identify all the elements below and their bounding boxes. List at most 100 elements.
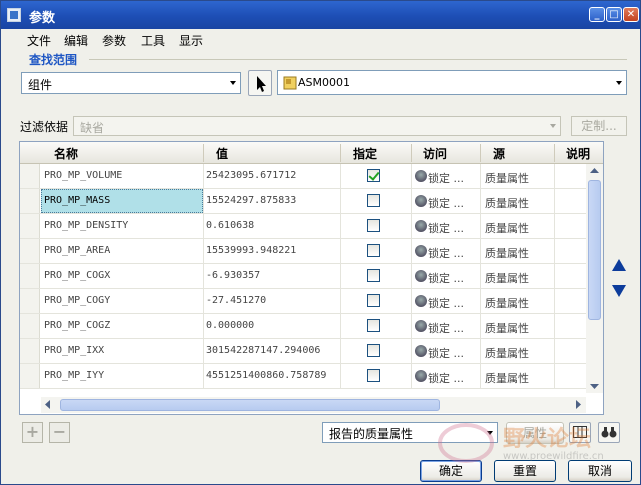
param-access[interactable]: 锁定 ... <box>428 295 464 311</box>
cursor-arrow-icon <box>257 76 266 92</box>
designate-checkbox[interactable] <box>367 169 380 182</box>
designate-checkbox[interactable] <box>367 269 380 282</box>
menu-file[interactable]: 文件 <box>27 32 51 49</box>
param-source[interactable]: 质量属性 <box>485 170 529 186</box>
param-source[interactable]: 质量属性 <box>485 270 529 286</box>
param-name[interactable]: PRO_MP_AREA <box>44 245 110 256</box>
lock-icon <box>415 245 427 257</box>
horizontal-scroll-thumb[interactable] <box>60 399 440 411</box>
scroll-left-arrow-icon[interactable] <box>45 400 51 409</box>
scope-type-select[interactable]: 组件 <box>21 72 241 94</box>
param-value[interactable]: -6.930357 <box>206 270 260 281</box>
param-access[interactable]: 锁定 ... <box>428 245 464 261</box>
minimize-button[interactable]: _ <box>589 7 605 22</box>
col-source-header[interactable]: 源 <box>493 145 505 162</box>
table-row[interactable]: PRO_MP_IYY 4551251400860.758789 锁定 ... 质… <box>20 364 586 389</box>
parameter-table: 名称 值 指定 访问 源 说明 PRO_MP_VOLUME 25423095.6… <box>19 141 604 415</box>
cancel-button[interactable]: 取消 <box>568 460 632 482</box>
lock-icon <box>415 195 427 207</box>
param-value[interactable]: -27.451270 <box>206 295 266 306</box>
param-name[interactable]: PRO_MP_COGZ <box>44 320 110 331</box>
scroll-down-arrow-icon[interactable] <box>590 384 599 390</box>
param-source[interactable]: 质量属性 <box>485 245 529 261</box>
table-columns-icon[interactable] <box>569 422 591 443</box>
col-access-header[interactable]: 访问 <box>423 145 447 162</box>
select-model-button[interactable] <box>248 70 272 96</box>
ok-button[interactable]: 确定 <box>420 460 482 482</box>
param-value[interactable]: 25423095.671712 <box>206 170 296 181</box>
lock-icon <box>415 320 427 332</box>
param-value[interactable]: 0.000000 <box>206 320 254 331</box>
param-value[interactable]: 301542287147.294006 <box>206 345 320 356</box>
param-value[interactable]: 4551251400860.758789 <box>206 370 326 381</box>
param-access[interactable]: 锁定 ... <box>428 195 464 211</box>
col-name-header[interactable]: 名称 <box>54 145 78 162</box>
param-name[interactable]: PRO_MP_IXX <box>44 345 104 356</box>
designate-checkbox[interactable] <box>367 369 380 382</box>
param-access[interactable]: 锁定 ... <box>428 320 464 336</box>
table-row[interactable]: PRO_MP_COGY -27.451270 锁定 ... 质量属性 <box>20 289 586 314</box>
param-name[interactable]: PRO_MP_DENSITY <box>44 220 128 231</box>
scroll-right-arrow-icon[interactable] <box>576 400 582 409</box>
table-row[interactable]: PRO_MP_DENSITY 0.610638 锁定 ... 质量属性 <box>20 214 586 239</box>
menu-parameters[interactable]: 参数 <box>102 32 126 49</box>
param-access[interactable]: 锁定 ... <box>428 370 464 386</box>
table-row[interactable]: PRO_MP_IXX 301542287147.294006 锁定 ... 质量… <box>20 339 586 364</box>
param-name[interactable]: PRO_MP_COGY <box>44 295 110 306</box>
param-access[interactable]: 锁定 ... <box>428 170 464 186</box>
table-row[interactable]: PRO_MP_COGZ 0.000000 锁定 ... 质量属性 <box>20 314 586 339</box>
table-row[interactable]: PRO_MP_MASS 15524297.875833 锁定 ... 质量属性 <box>20 189 586 214</box>
table-row[interactable]: PRO_MP_COGX -6.930357 锁定 ... 质量属性 <box>20 264 586 289</box>
move-down-arrow-icon[interactable] <box>612 285 626 297</box>
scroll-up-arrow-icon[interactable] <box>590 168 599 174</box>
designate-checkbox[interactable] <box>367 294 380 307</box>
menu-display[interactable]: 显示 <box>179 32 203 49</box>
col-designate-header[interactable]: 指定 <box>353 145 377 162</box>
designate-checkbox[interactable] <box>367 219 380 232</box>
param-source[interactable]: 质量属性 <box>485 220 529 236</box>
binoculars-icon[interactable] <box>598 422 620 443</box>
designate-checkbox[interactable] <box>367 194 380 207</box>
maximize-button[interactable]: □ <box>606 7 622 22</box>
menu-tools[interactable]: 工具 <box>141 32 165 49</box>
filter-value: 缺省 <box>80 121 105 135</box>
reset-button[interactable]: 重置 <box>494 460 556 482</box>
close-button[interactable]: ✕ <box>623 7 639 22</box>
designate-checkbox[interactable] <box>367 319 380 332</box>
param-source[interactable]: 质量属性 <box>485 345 529 361</box>
search-scope-label: 查找范围 <box>29 53 78 67</box>
param-name[interactable]: PRO_MP_MASS <box>44 195 110 206</box>
param-access[interactable]: 锁定 ... <box>428 345 464 361</box>
report-property-select[interactable]: 报告的质量属性 <box>322 422 498 443</box>
param-source[interactable]: 质量属性 <box>485 320 529 336</box>
vertical-scroll-thumb[interactable] <box>588 180 601 320</box>
param-value[interactable]: 0.610638 <box>206 220 254 231</box>
table-row[interactable]: PRO_MP_AREA 15539993.948221 锁定 ... 质量属性 <box>20 239 586 264</box>
table-header: 名称 值 指定 访问 源 说明 <box>20 142 603 164</box>
param-access[interactable]: 锁定 ... <box>428 220 464 236</box>
param-name[interactable]: PRO_MP_VOLUME <box>44 170 122 181</box>
title-bar[interactable]: 参数 _ □ ✕ <box>1 1 640 29</box>
lock-icon <box>415 370 427 382</box>
model-select[interactable]: ASM0001 <box>277 70 627 95</box>
param-access[interactable]: 锁定 ... <box>428 270 464 286</box>
move-up-arrow-icon[interactable] <box>612 259 626 271</box>
param-name[interactable]: PRO_MP_COGX <box>44 270 110 281</box>
col-value-header[interactable]: 值 <box>216 145 228 162</box>
custom-filter-button: 定制... <box>571 116 627 136</box>
remove-parameter-button: − <box>49 422 70 443</box>
designate-checkbox[interactable] <box>367 344 380 357</box>
designate-checkbox[interactable] <box>367 244 380 257</box>
param-name[interactable]: PRO_MP_IYY <box>44 370 104 381</box>
chevron-down-icon <box>550 124 556 128</box>
chevron-down-icon <box>487 431 493 435</box>
table-row[interactable]: PRO_MP_VOLUME 25423095.671712 锁定 ... 质量属… <box>20 164 586 189</box>
param-source[interactable]: 质量属性 <box>485 370 529 386</box>
menu-edit[interactable]: 编辑 <box>64 32 88 49</box>
param-source[interactable]: 质量属性 <box>485 195 529 211</box>
param-source[interactable]: 质量属性 <box>485 295 529 311</box>
col-description-header[interactable]: 说明 <box>566 145 590 162</box>
param-value[interactable]: 15539993.948221 <box>206 245 296 256</box>
menu-bar: 文件 编辑 参数 工具 显示 <box>1 29 640 49</box>
param-value[interactable]: 15524297.875833 <box>206 195 296 206</box>
